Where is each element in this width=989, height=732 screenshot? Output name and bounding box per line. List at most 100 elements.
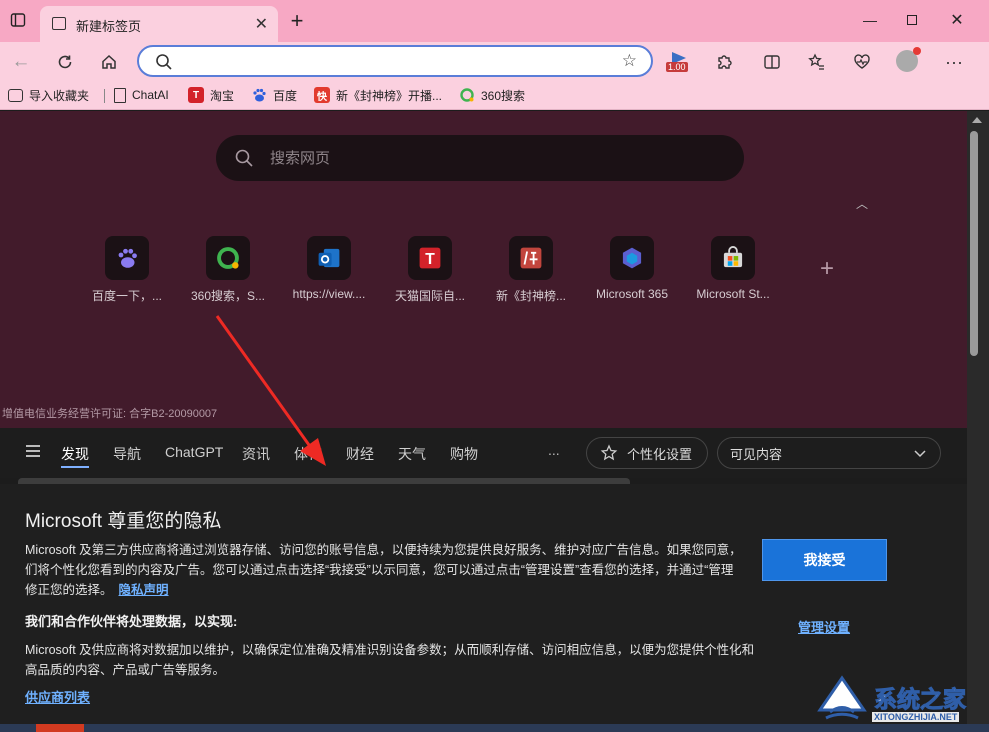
tab-close-icon[interactable]: ✕ xyxy=(255,14,268,34)
extensions-icon[interactable] xyxy=(712,50,736,74)
browser-tab[interactable]: 新建标签页 ✕ xyxy=(40,6,278,42)
privacy-title: Microsoft 尊重您的隐私 xyxy=(25,511,222,532)
quicklink-label: 天猫国际自... xyxy=(394,289,465,303)
outlook-icon xyxy=(307,236,351,280)
split-glyph xyxy=(764,55,780,69)
quicklink-tile[interactable]: 新《封神榜... xyxy=(481,236,581,306)
watermark-logo-icon xyxy=(817,675,867,720)
bookmark-fengshen[interactable]: 快 新《封神榜》开播... xyxy=(314,85,442,105)
speed-extension-button[interactable]: 1.00 xyxy=(666,50,692,74)
quicklink-label: https://view.... xyxy=(292,287,366,301)
quicklink-tile[interactable]: 360搜索，S... xyxy=(178,236,278,306)
bookmark-360[interactable]: 360搜索 xyxy=(459,85,525,105)
privacy-body-line: 们将个性化您看到的内容及广告。您可以通过点击选择“我接受”以示同意，您可以通过点… xyxy=(25,563,734,577)
favorite-star-icon[interactable]: ☆ xyxy=(622,51,637,71)
license-text: 增值电信业务经营许可证: 合字B2-20090007 xyxy=(2,408,218,420)
new-tab-button[interactable]: + xyxy=(286,10,308,32)
bookmark-chatai[interactable]: ChatAI xyxy=(114,85,169,105)
privacy-body-line: Microsoft 及供应商将对数据加以维护，以确保定位准确及精准识别设备参数；… xyxy=(25,643,755,657)
home-button[interactable] xyxy=(96,49,122,75)
feed-nav: 发现 导航 ChatGPT 资讯 体育 财经 天气 购物 ... 个性化设置 可… xyxy=(0,428,967,478)
feed-tab-nav[interactable]: 导航 xyxy=(113,444,141,464)
feed-more-button[interactable]: ... xyxy=(548,442,560,458)
quicklink-tile[interactable]: https://view.... xyxy=(279,236,379,306)
ntp-search-box[interactable] xyxy=(216,135,744,181)
bookmark-divider xyxy=(104,89,105,103)
privacy-statement-link[interactable]: 隐私声明 xyxy=(119,583,169,597)
vendor-list-link[interactable]: 供应商列表 xyxy=(25,687,90,706)
quicklink-tile[interactable]: 百度一下，... xyxy=(77,236,177,306)
personalize-button[interactable]: 个性化设置 xyxy=(586,437,708,469)
bookmark-label: 百度 xyxy=(273,88,298,103)
heart-pulse-glyph xyxy=(854,54,870,69)
bookmark-taobao[interactable]: T 淘宝 xyxy=(188,85,234,105)
scroll-thumb[interactable] xyxy=(970,131,978,356)
bookmark-label: 360搜索 xyxy=(481,88,526,103)
tmall-icon: T xyxy=(408,236,452,280)
fengshen-icon xyxy=(509,236,553,280)
close-window-button[interactable]: ✕ xyxy=(945,8,969,32)
watermark-text: 系统之家 xyxy=(874,686,967,713)
bookmark-label: ChatAI xyxy=(132,88,169,102)
new-tab-page: ︿ 百度一下，... 360搜索，S... https://view.... T… xyxy=(0,111,967,428)
visible-content-select[interactable]: 可见内容 xyxy=(717,437,941,469)
feed-tab-sports[interactable]: 体育 xyxy=(294,444,322,464)
bookmark-baidu[interactable]: 百度 xyxy=(251,85,297,105)
chevron-down-icon xyxy=(914,450,926,458)
msstore-icon xyxy=(711,236,755,280)
refresh-icon xyxy=(58,55,72,69)
privacy-body-line: Microsoft 及第三方供应商将通过浏览器存储、访问您的账号信息，以便持续为… xyxy=(25,543,742,557)
feed-tab-finance[interactable]: 财经 xyxy=(346,444,374,464)
title-bar: 新建标签页 ✕ + — ✕ xyxy=(0,0,989,42)
import-icon xyxy=(8,88,23,102)
ntp-search-input[interactable] xyxy=(270,148,690,168)
manage-settings-link[interactable]: 管理设置 xyxy=(798,617,850,636)
feed-tab-news[interactable]: 资讯 xyxy=(242,444,270,464)
search-icon xyxy=(235,149,253,167)
360-icon xyxy=(459,87,475,103)
quicklink-label: Microsoft St... xyxy=(696,287,770,301)
feed-tab-shopping[interactable]: 购物 xyxy=(450,444,478,464)
quicklink-tile[interactable]: Microsoft St... xyxy=(683,236,783,306)
address-bar[interactable]: ☆ xyxy=(137,45,653,77)
baidu-icon xyxy=(105,236,149,280)
page-scrollbar[interactable] xyxy=(967,111,989,732)
privacy-body-text: 修正您的选择。 xyxy=(25,583,113,597)
add-quicklink-button[interactable]: + xyxy=(820,255,834,283)
tab-actions-glyph xyxy=(10,13,26,27)
split-screen-icon[interactable] xyxy=(760,50,784,74)
favorites-icon[interactable] xyxy=(805,50,829,74)
badge-value: 1.00 xyxy=(666,62,688,72)
privacy-subheading: 我们和合作伙伴将处理数据，以实现: xyxy=(25,614,238,629)
profile-avatar[interactable] xyxy=(896,47,921,72)
360-icon xyxy=(206,236,250,280)
accept-button[interactable]: 我接受 xyxy=(762,539,887,581)
bookmark-label: 新《封神榜》开播... xyxy=(336,88,443,103)
quicklink-tile[interactable]: T 天猫国际自... xyxy=(380,236,480,306)
toolbar: ← ☆ 1.00 ··· xyxy=(0,42,989,80)
address-input[interactable] xyxy=(183,51,603,71)
refresh-button[interactable] xyxy=(52,49,78,75)
hamburger-menu-icon[interactable] xyxy=(26,445,40,460)
tab-actions-icon[interactable] xyxy=(8,10,28,30)
back-button[interactable]: ← xyxy=(8,49,34,75)
scroll-up-arrow-icon[interactable] xyxy=(972,117,982,123)
browser-essentials-icon[interactable] xyxy=(850,50,874,74)
maximize-button[interactable] xyxy=(900,8,924,32)
bookmark-label: 淘宝 xyxy=(210,88,235,103)
feed-tab-chatgpt[interactable]: ChatGPT xyxy=(165,444,223,460)
chevron-up-icon[interactable]: ︿ xyxy=(856,195,868,212)
puzzle-icon xyxy=(718,55,732,69)
more-menu-icon[interactable]: ··· xyxy=(942,50,966,74)
feed-tab-discover[interactable]: 发现 xyxy=(61,444,89,468)
m365-icon xyxy=(610,236,654,280)
minimize-button[interactable]: — xyxy=(858,8,882,32)
quicklink-tile[interactable]: Microsoft 365 xyxy=(582,236,682,306)
feed-tab-weather[interactable]: 天气 xyxy=(398,444,426,464)
svg-text:T: T xyxy=(425,251,435,268)
privacy-body-line: 修正您的选择。 隐私声明 xyxy=(25,580,785,600)
home-icon xyxy=(102,54,116,69)
bookmark-import[interactable]: 导入收藏夹 xyxy=(8,85,89,105)
quicklink-label: Microsoft 365 xyxy=(595,287,669,301)
sparkle-star-icon xyxy=(600,444,618,461)
